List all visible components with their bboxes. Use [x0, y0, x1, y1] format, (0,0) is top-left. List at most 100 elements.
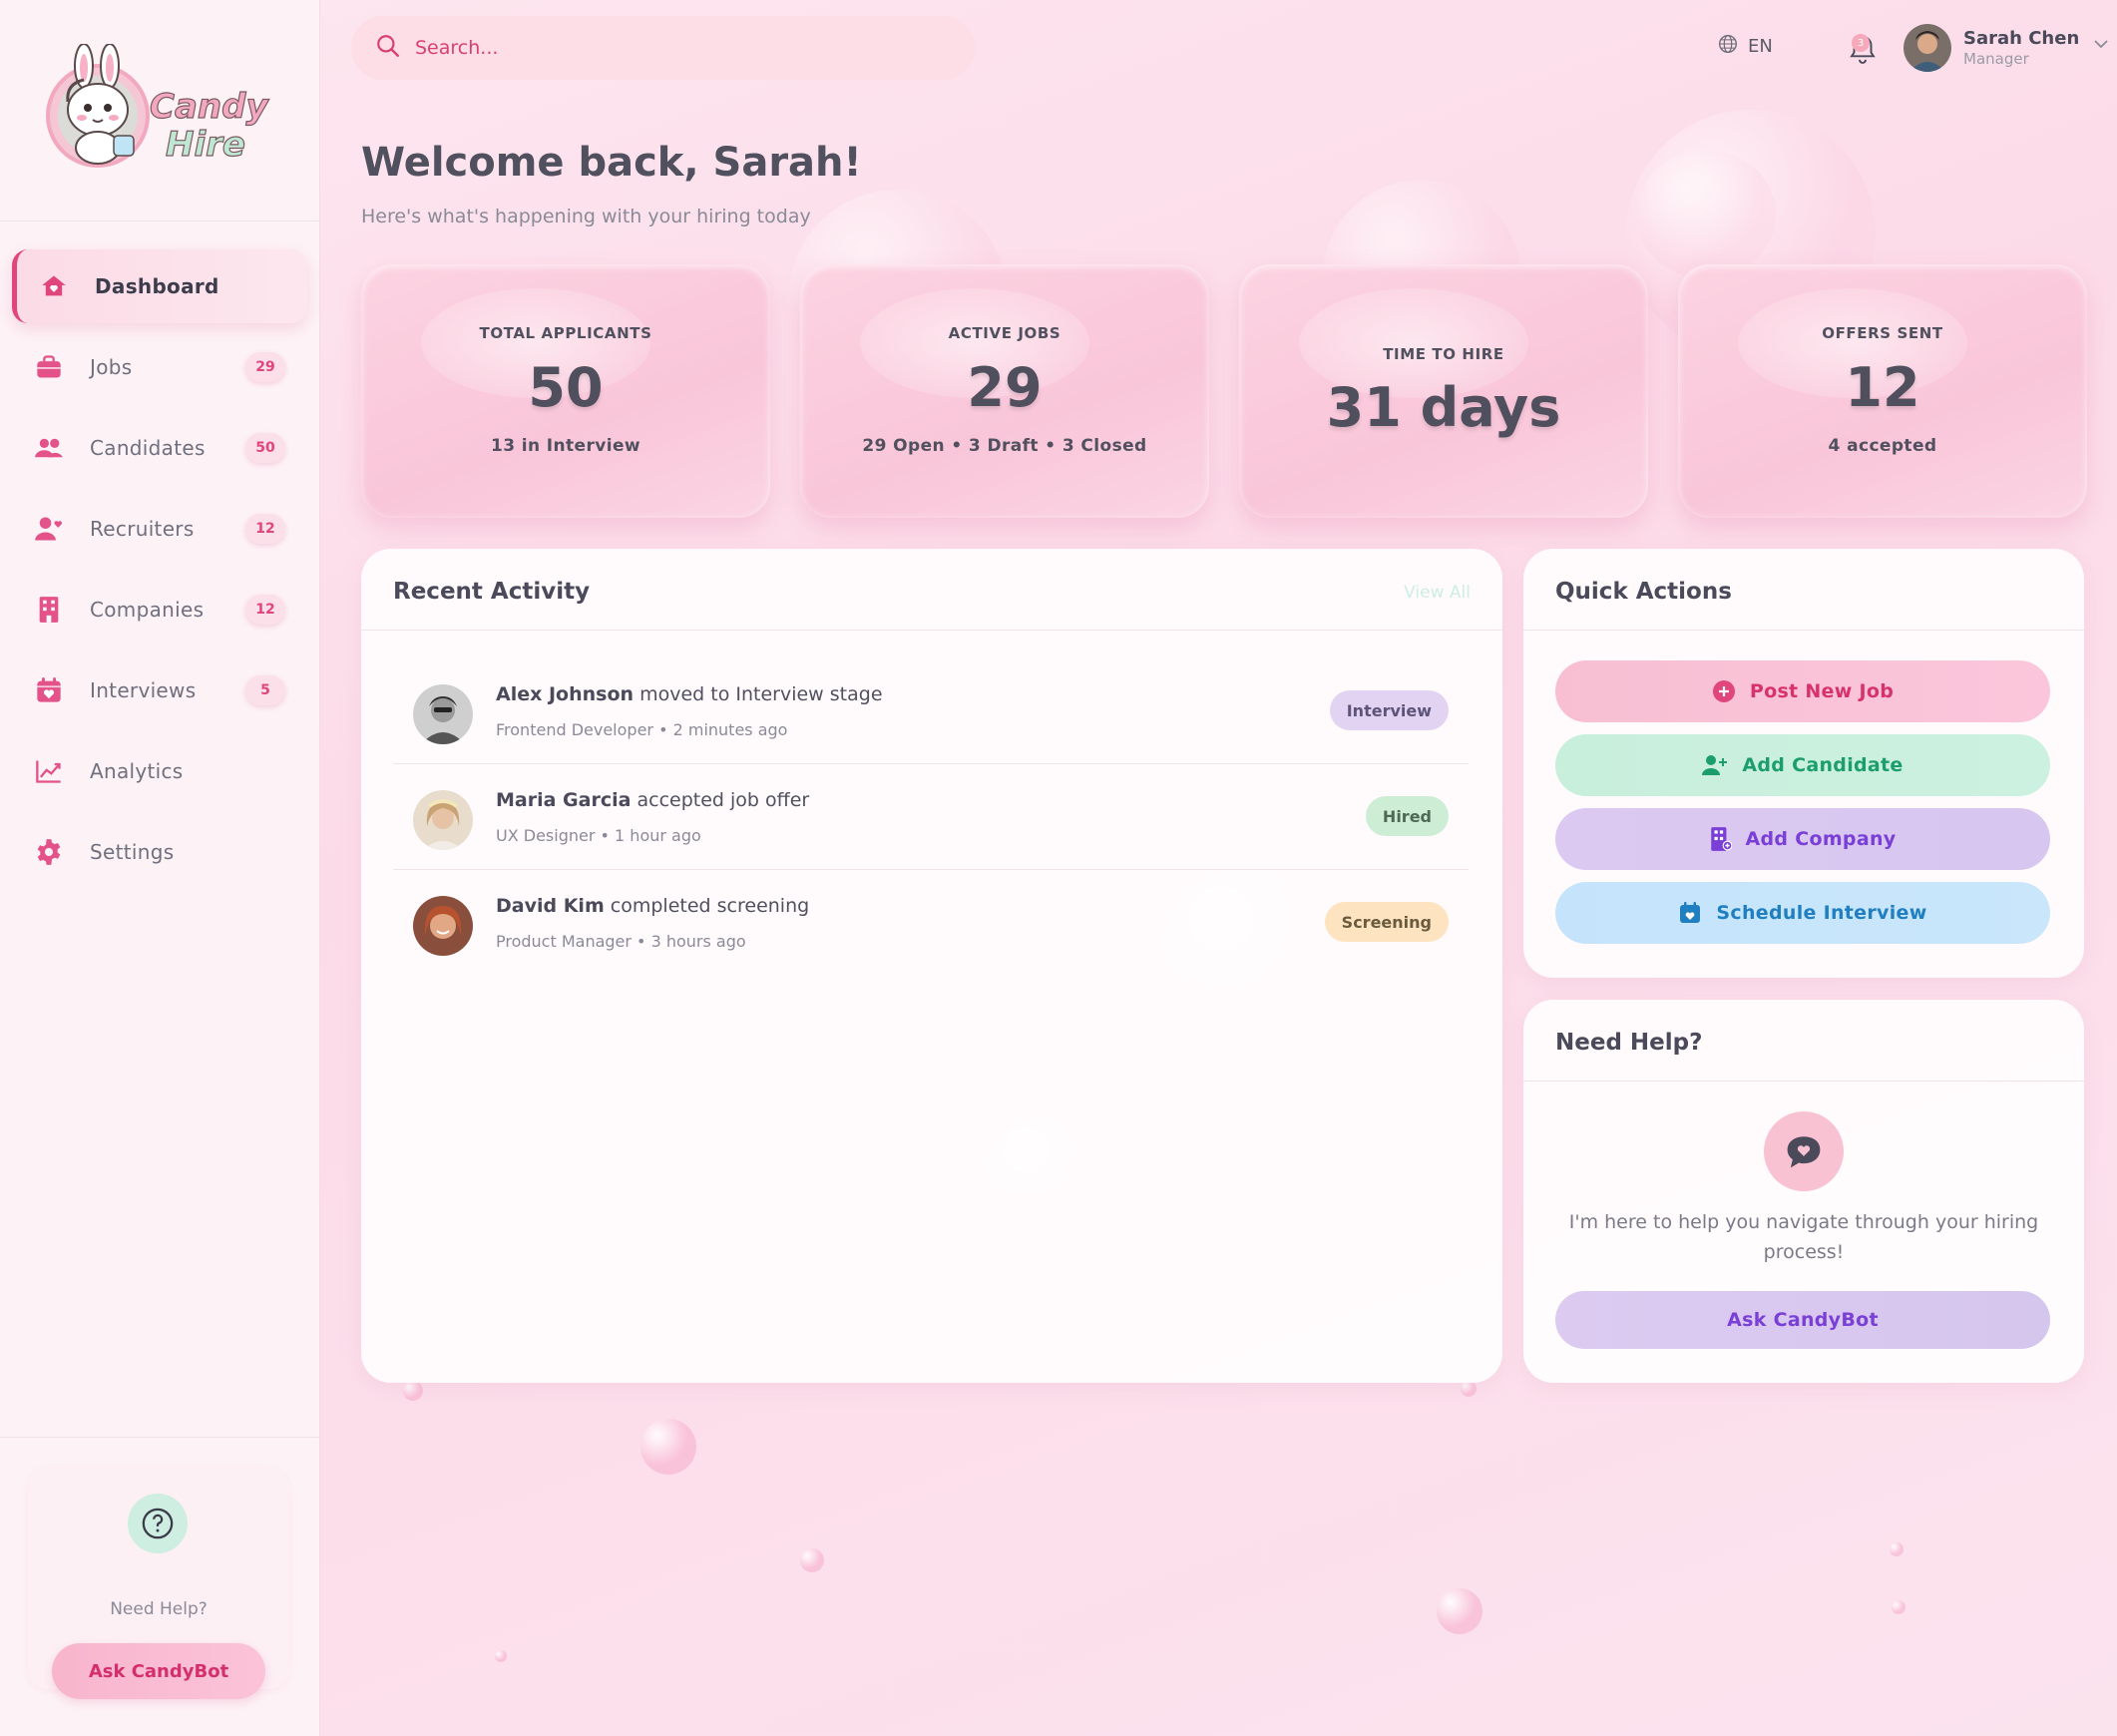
gear-icon — [34, 837, 64, 867]
stat-value: 12 — [1845, 356, 1920, 419]
schedule-interview-button[interactable]: Schedule Interview — [1555, 882, 2050, 944]
search-bar[interactable] — [351, 16, 975, 80]
status-badge: Interview — [1329, 690, 1449, 730]
sidebar-item-label: Dashboard — [95, 274, 219, 298]
activity-title: Maria Garcia accepted job offer — [496, 789, 809, 811]
sidebar-item-label: Recruiters — [90, 517, 195, 541]
logo-area: Candy Hire — [0, 0, 319, 221]
user-name: Sarah Chen — [1963, 28, 2080, 49]
users-icon — [34, 433, 64, 463]
sidebar-item-dashboard[interactable]: Dashboard — [12, 249, 307, 323]
count-badge: 5 — [245, 675, 285, 705]
sidebar-item-analytics[interactable]: Analytics — [12, 734, 307, 808]
decorative-bubble — [800, 1548, 824, 1572]
panel-title: Quick Actions — [1555, 579, 1732, 605]
plus-circle-icon — [1712, 679, 1736, 703]
user-info: Sarah Chen Manager — [1963, 28, 2079, 68]
user-plus-icon — [1702, 754, 1728, 776]
button-label: Post New Job — [1749, 680, 1895, 702]
stat-detail: 29 Open • 3 Draft • 3 Closed — [862, 436, 1147, 456]
activity-action: moved to Interview stage — [639, 683, 883, 705]
decorative-bubble — [1437, 1588, 1482, 1634]
calendar-heart-icon — [34, 675, 64, 705]
decorative-bubble — [1461, 1381, 1477, 1397]
status-badge: Screening — [1324, 902, 1449, 942]
building-icon — [34, 595, 64, 625]
avatar — [1904, 24, 1951, 72]
user-role: Manager — [1963, 50, 2029, 68]
add-company-button[interactable]: Add Company — [1555, 808, 2050, 870]
candidate-name: Alex Johnson — [496, 683, 635, 705]
decorative-bubble — [495, 1650, 507, 1662]
stat-card-total-applicants: TOTAL APPLICANTS 50 13 in Interview — [361, 264, 770, 518]
decorative-bubble — [403, 1381, 423, 1401]
need-help-panel: Need Help? I'm here to help you navigate… — [1523, 1000, 2084, 1383]
sidebar-item-settings[interactable]: Settings — [12, 815, 307, 889]
activity-meta: Frontend Developer • 2 minutes ago — [496, 720, 788, 739]
sidebar-item-label: Interviews — [90, 678, 197, 702]
sidebar-item-recruiters[interactable]: Recruiters 12 — [12, 492, 307, 566]
quick-actions-panel: Quick Actions Post New Job Add Candidate… — [1523, 549, 2084, 978]
decorative-bubble — [1892, 1600, 1905, 1614]
stat-detail: 13 in Interview — [490, 436, 641, 456]
button-label: Add Candidate — [1742, 754, 1904, 776]
brand-name-line2: Hire — [166, 125, 245, 165]
sidebar-nav: Dashboard Jobs 29 Candidates 50 Recruite… — [0, 221, 319, 889]
activity-action: completed screening — [610, 895, 810, 917]
ask-candybot-button[interactable]: Ask CandyBot — [52, 1643, 265, 1699]
activity-meta: UX Designer • 1 hour ago — [496, 826, 701, 845]
panel-title: Need Help? — [1555, 1030, 1703, 1056]
stat-card-time-to-hire: TIME TO HIRE 31 days — [1239, 264, 1648, 518]
sidebar-item-candidates[interactable]: Candidates 50 — [12, 411, 307, 485]
stat-value: 50 — [528, 356, 604, 419]
add-candidate-button[interactable]: Add Candidate — [1555, 734, 2050, 796]
view-all-link[interactable]: View All — [1404, 583, 1471, 603]
list-item[interactable]: Alex Johnson moved to Interview stage Fr… — [393, 658, 1469, 764]
stat-value: 31 days — [1326, 376, 1561, 439]
search-icon — [375, 33, 401, 63]
button-label: Schedule Interview — [1716, 902, 1927, 924]
sidebar-item-label: Candidates — [90, 436, 206, 460]
list-item[interactable]: Maria Garcia accepted job offer UX Desig… — [393, 764, 1469, 870]
stat-value: 29 — [967, 356, 1043, 419]
sidebar-item-label: Settings — [90, 840, 175, 864]
stat-card-offers-sent: OFFERS SENT 12 4 accepted — [1678, 264, 2087, 518]
sidebar-item-label: Analytics — [90, 759, 184, 783]
brand-name-line1: Candy — [150, 87, 269, 127]
divider — [361, 630, 1502, 631]
count-badge: 12 — [245, 595, 285, 625]
sidebar-item-interviews[interactable]: Interviews 5 — [12, 653, 307, 727]
activity-title: David Kim completed screening — [496, 895, 809, 917]
post-new-job-button[interactable]: Post New Job — [1555, 660, 2050, 722]
search-input[interactable] — [415, 37, 934, 59]
count-badge: 29 — [245, 352, 285, 382]
stat-label: TIME TO HIRE — [1383, 345, 1504, 363]
chat-heart-icon — [1764, 1111, 1844, 1191]
briefcase-icon — [34, 352, 64, 382]
building-plus-icon — [1710, 826, 1732, 852]
sidebar-help-text: Need Help? — [110, 1599, 208, 1619]
help-panel-text: I'm here to help you navigate through yo… — [1568, 1211, 2039, 1263]
button-label: Ask CandyBot — [1727, 1309, 1879, 1331]
count-badge: 50 — [245, 433, 285, 463]
stat-label: OFFERS SENT — [1822, 324, 1943, 342]
brand-logo[interactable]: Candy Hire — [46, 43, 270, 174]
status-badge: Hired — [1365, 796, 1449, 836]
divider — [1523, 1081, 2084, 1082]
candidate-name: Maria Garcia — [496, 789, 632, 811]
page-title: Welcome back, Sarah! — [361, 140, 862, 186]
help-question-icon — [128, 1494, 188, 1553]
list-item[interactable]: David Kim completed screening Product Ma… — [393, 870, 1469, 976]
stat-label: TOTAL APPLICANTS — [479, 324, 652, 342]
language-selector[interactable]: EN — [1718, 34, 1773, 59]
user-menu[interactable]: Sarah Chen Manager — [1904, 24, 2109, 72]
decorative-bubble — [640, 1419, 696, 1475]
sidebar-item-companies[interactable]: Companies 12 — [12, 573, 307, 647]
recent-activity-panel: Recent Activity View All Alex Johnson mo… — [361, 549, 1502, 1383]
sidebar-help-card: Need Help? Ask CandyBot — [28, 1468, 289, 1699]
home-icon — [39, 271, 69, 301]
ask-candybot-panel-button[interactable]: Ask CandyBot — [1555, 1291, 2050, 1349]
panel-title: Recent Activity — [393, 579, 591, 605]
avatar — [413, 790, 473, 850]
sidebar-item-jobs[interactable]: Jobs 29 — [12, 330, 307, 404]
